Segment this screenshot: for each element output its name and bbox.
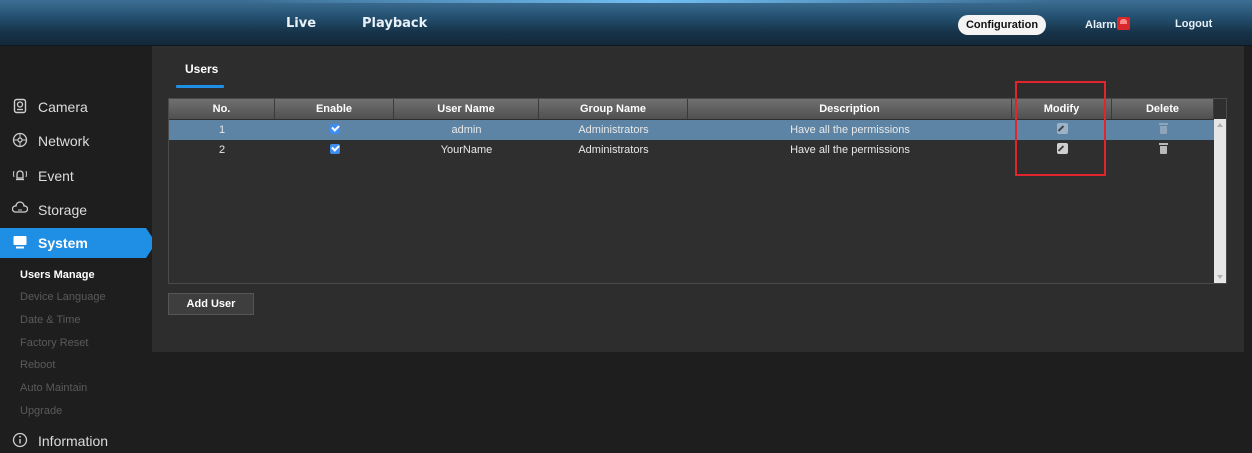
sidebar-sub-users-manage[interactable]: Users Manage: [20, 269, 95, 281]
event-icon: [13, 170, 27, 181]
sidebar-item-label: Camera: [38, 99, 88, 115]
nav-live[interactable]: Live: [286, 16, 316, 31]
col-header-user-name: User Name: [394, 99, 539, 119]
sidebar-item-label: Event: [38, 168, 74, 184]
scroll-up-icon[interactable]: [1217, 123, 1223, 127]
sidebar-item-label: Information: [38, 433, 109, 449]
cell-enable: [275, 140, 394, 160]
trash-icon[interactable]: [1158, 123, 1168, 134]
tab-active-indicator: [176, 85, 224, 88]
cell-user-name: admin: [451, 124, 482, 136]
sidebar-item-system[interactable]: System: [0, 228, 156, 258]
sidebar-item-information[interactable]: Information: [0, 426, 152, 453]
sidebar-item-label: Storage: [38, 202, 88, 218]
col-header-delete: Delete: [1112, 99, 1214, 119]
scrollbar-thumb[interactable]: [1214, 119, 1226, 283]
nav-alarm[interactable]: Alarm: [1085, 17, 1131, 31]
tab-users[interactable]: Users: [185, 62, 218, 76]
sidebar-sub-reboot[interactable]: Reboot: [20, 359, 55, 371]
sidebar-item-label: System: [38, 235, 88, 251]
sidebar-sub-auto-maintain[interactable]: Auto Maintain: [20, 382, 87, 394]
sidebar-sub-factory-reset[interactable]: Factory Reset: [20, 337, 88, 349]
alarm-label: Alarm: [1085, 19, 1117, 31]
storage-icon: [12, 201, 28, 213]
cell-delete: [1112, 120, 1214, 140]
top-bar-glow: [250, 0, 1050, 3]
top-bar: Live Playback Configuration Alarm Logout: [0, 0, 1252, 46]
sidebar-item-label: Network: [38, 133, 90, 149]
trash-icon[interactable]: [1158, 143, 1168, 154]
col-header-enable: Enable: [275, 99, 394, 119]
network-icon: [12, 132, 28, 148]
col-header-group-name: Group Name: [539, 99, 688, 119]
nav-logout[interactable]: Logout: [1175, 18, 1212, 30]
col-header-no: No.: [169, 99, 275, 119]
cell-enable: [275, 120, 394, 140]
camera-icon: [13, 98, 27, 114]
sidebar-item-camera[interactable]: Camera: [0, 92, 152, 122]
enable-checkbox[interactable]: [329, 124, 340, 134]
alarm-icon: [1117, 17, 1131, 30]
sidebar-sub-date-time[interactable]: Date & Time: [20, 314, 81, 326]
modify-highlight-box: [1015, 81, 1106, 176]
cell-description: Have all the permissions: [790, 124, 910, 136]
sidebar-item-storage[interactable]: Storage: [0, 195, 152, 225]
scroll-down-icon[interactable]: [1217, 275, 1223, 279]
system-icon: [13, 236, 27, 249]
cell-no: 1: [218, 124, 226, 136]
cell-description: Have all the permissions: [790, 144, 910, 156]
cell-group-name: Administrators: [578, 144, 649, 156]
nav-configuration[interactable]: Configuration: [958, 15, 1046, 35]
information-icon: [12, 432, 28, 448]
cell-group-name: Administrators: [578, 124, 649, 136]
nav-playback[interactable]: Playback: [362, 16, 427, 31]
enable-checkbox[interactable]: [329, 144, 340, 154]
cell-delete: [1112, 140, 1214, 160]
sidebar-item-network[interactable]: Network: [0, 126, 152, 156]
add-user-button[interactable]: Add User: [168, 293, 254, 315]
sidebar-item-event[interactable]: Event: [0, 161, 152, 191]
col-header-description: Description: [688, 99, 1012, 119]
sidebar: Camera Network Event Storage System User…: [0, 46, 156, 453]
sidebar-sub-device-language[interactable]: Device Language: [20, 291, 106, 303]
cell-user-name: YourName: [440, 144, 493, 156]
table-scrollbar[interactable]: [1214, 119, 1226, 283]
cell-no: 2: [218, 144, 226, 156]
sidebar-sub-upgrade[interactable]: Upgrade: [20, 405, 62, 417]
